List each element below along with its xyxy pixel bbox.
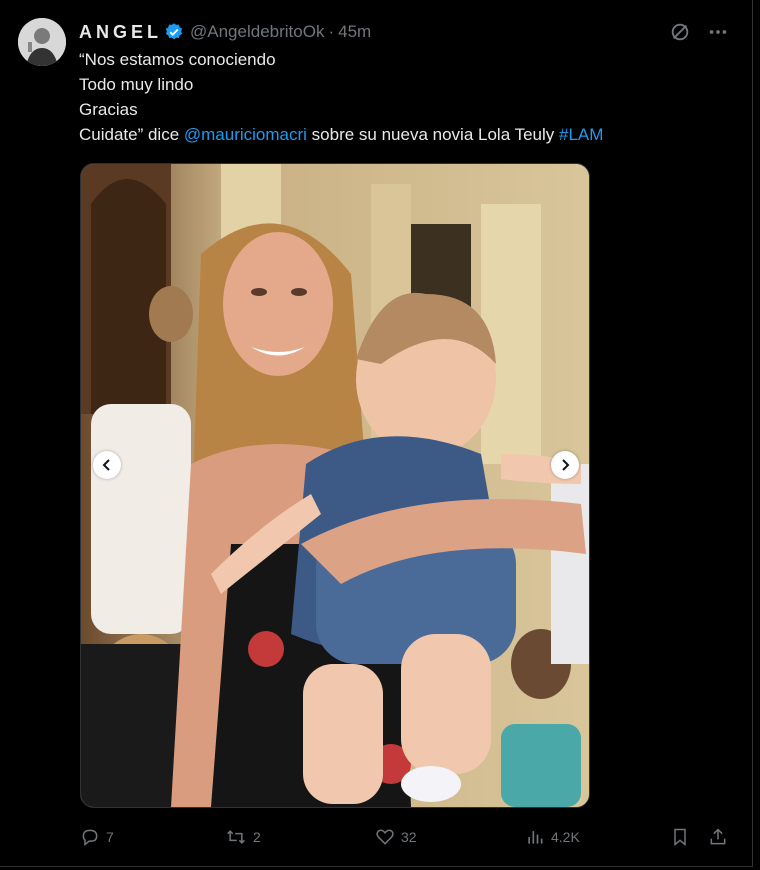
tweet[interactable]: ANGEL @AngeldebritoOk · 45m “Nos estamos… bbox=[0, 0, 752, 866]
like-button[interactable]: 32 bbox=[375, 822, 417, 852]
views-count: 4.2K bbox=[551, 829, 580, 845]
like-count: 32 bbox=[401, 829, 417, 845]
previous-photo-button[interactable] bbox=[93, 451, 121, 479]
tweet-text-line: “Nos estamos conociendo bbox=[79, 50, 276, 69]
next-photo-button[interactable] bbox=[551, 451, 579, 479]
bookmark-icon bbox=[674, 828, 686, 847]
tweet-text-last-line: Cuidate” dice @mauriciomacri sobre su nu… bbox=[79, 122, 719, 147]
bookmark-button[interactable] bbox=[670, 822, 696, 852]
tweet-text-line: Todo muy lindo bbox=[79, 75, 194, 94]
author-avatar[interactable] bbox=[18, 18, 66, 66]
text-middle: sobre su nueva novia Lola Teuly bbox=[306, 125, 559, 144]
reply-button[interactable]: 7 bbox=[80, 822, 114, 852]
tweet-photo[interactable] bbox=[80, 163, 590, 808]
tweet-actions: 7 2 32 4.2K bbox=[80, 822, 732, 852]
repost-button[interactable]: 2 bbox=[225, 822, 261, 852]
tweet-header: ANGEL @AngeldebritoOk · 45m bbox=[79, 20, 371, 44]
author-name[interactable]: ANGEL bbox=[79, 22, 162, 43]
tweet-text: “Nos estamos conociendo Todo muy lindo G… bbox=[79, 47, 719, 147]
hashtag-link[interactable]: #LAM bbox=[559, 125, 603, 144]
share-icon bbox=[710, 828, 726, 845]
chevron-left-icon bbox=[102, 459, 110, 471]
repost-count: 2 bbox=[253, 829, 261, 845]
reply-icon bbox=[82, 829, 98, 847]
mention-link[interactable]: @mauriciomacri bbox=[184, 125, 307, 144]
tweet-time[interactable]: 45m bbox=[338, 22, 371, 42]
author-handle[interactable]: @AngeldebritoOk bbox=[190, 22, 324, 42]
share-button[interactable] bbox=[708, 822, 734, 852]
header-actions bbox=[668, 20, 730, 44]
like-icon bbox=[376, 829, 394, 845]
views-button[interactable]: 4.2K bbox=[525, 822, 580, 852]
grok-icon[interactable] bbox=[668, 20, 692, 44]
more-icon[interactable] bbox=[706, 20, 730, 44]
repost-icon bbox=[227, 830, 245, 844]
chevron-right-icon bbox=[562, 459, 570, 471]
reply-count: 7 bbox=[106, 829, 114, 845]
views-icon bbox=[528, 831, 543, 844]
text-prefix: Cuidate” dice bbox=[79, 125, 184, 144]
verified-icon bbox=[165, 23, 183, 40]
separator-dot: · bbox=[328, 22, 335, 41]
tweet-text-line: Gracias bbox=[79, 100, 138, 119]
